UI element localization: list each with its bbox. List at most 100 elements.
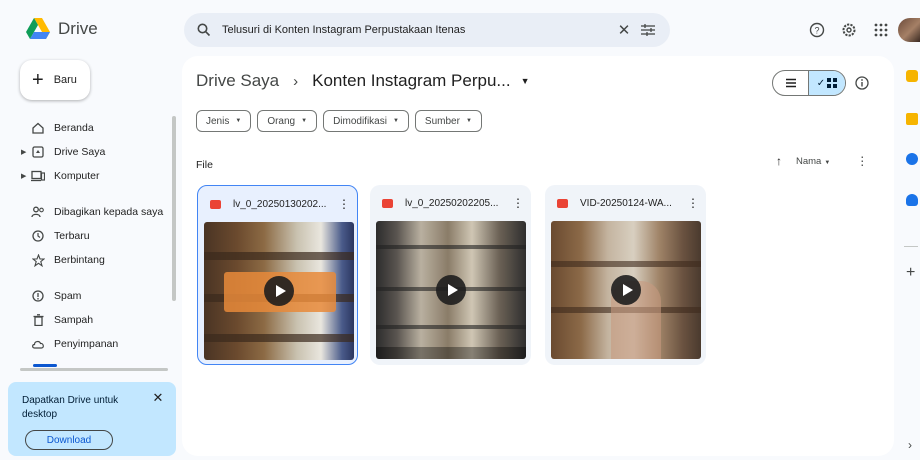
video-thumbnail[interactable] <box>204 222 354 360</box>
video-file-icon <box>210 199 221 209</box>
more-options-icon[interactable]: ⋮ <box>856 154 868 168</box>
download-button[interactable]: Download <box>25 430 113 450</box>
sidebar-item-label: Terbaru <box>54 230 90 242</box>
expand-caret-icon[interactable]: ▶ <box>21 148 26 156</box>
breadcrumb-root[interactable]: Drive Saya <box>196 71 279 91</box>
side-panel-rail: + › <box>900 58 920 458</box>
rail-divider <box>904 246 918 247</box>
shared-icon <box>31 205 45 219</box>
sidebar-item-sampah[interactable]: Sampah <box>20 308 172 332</box>
video-thumbnail[interactable] <box>376 221 526 359</box>
breadcrumb-current[interactable]: Konten Instagram Perpu... <box>312 71 510 91</box>
dropdown-icon: ▼ <box>824 159 831 166</box>
sidebar-item-beranda[interactable]: Beranda <box>20 116 172 140</box>
sidebar-item-label: Beranda <box>54 122 94 134</box>
sidebar-item-shared[interactable]: Dibagikan kepada saya <box>20 200 172 224</box>
dropdown-icon: ▼ <box>392 118 399 124</box>
filter-label: Sumber <box>424 115 460 127</box>
more-options-icon[interactable]: ⋮ <box>686 196 700 210</box>
dropdown-icon: ▼ <box>465 118 472 124</box>
sidebar-item-komputer[interactable]: ▶ Komputer <box>20 164 172 188</box>
sidebar-item-drive-saya[interactable]: ▶ Drive Saya <box>20 140 172 164</box>
new-button-label: Baru <box>53 74 77 86</box>
grid-icon <box>827 78 838 88</box>
computer-icon <box>31 169 45 183</box>
sidebar-item-label: Spam <box>54 290 82 302</box>
sidebar-item-spam[interactable]: Spam <box>20 284 172 308</box>
list-icon <box>785 78 796 88</box>
keep-icon[interactable] <box>906 113 918 125</box>
help-icon[interactable]: ? <box>806 19 828 41</box>
apps-grid-icon[interactable] <box>870 19 892 41</box>
storage-bar-fill <box>33 364 57 367</box>
calendar-icon[interactable] <box>906 70 918 82</box>
search-icon[interactable] <box>194 23 214 37</box>
file-card[interactable]: lv_0_20250202205... ⋮ <box>370 185 531 365</box>
new-button[interactable]: + Baru <box>20 60 90 100</box>
play-icon[interactable] <box>264 276 294 306</box>
clock-icon <box>31 229 45 243</box>
filter-label: Orang <box>267 115 296 127</box>
add-addon-icon[interactable]: + <box>906 264 915 282</box>
filter-orang[interactable]: Orang ▼ <box>257 110 318 132</box>
trash-icon <box>31 313 45 327</box>
search-input[interactable]: Telusuri di Konten Instagram Perpustakaa… <box>222 24 612 36</box>
spam-icon <box>31 289 45 303</box>
list-view-button[interactable] <box>773 71 809 95</box>
file-name: lv_0_20250130202... <box>233 198 327 210</box>
sidebar-item-label: Dibagikan kepada saya <box>54 206 164 218</box>
sidebar-item-penyimpanan[interactable]: Penyimpanan <box>20 332 172 356</box>
sort-field-label: Nama <box>796 155 822 167</box>
settings-icon[interactable] <box>838 19 860 41</box>
more-options-icon[interactable]: ⋮ <box>337 197 351 211</box>
sidebar-item-terbaru[interactable]: Terbaru <box>20 224 172 248</box>
chevron-right-icon[interactable]: › <box>908 438 912 452</box>
drive-logo-icon <box>26 18 50 39</box>
header-actions: ? <box>806 19 892 41</box>
clear-search-icon[interactable]: ✕ <box>612 18 636 42</box>
breadcrumb-separator: › <box>293 72 299 90</box>
sidebar-item-berbintang[interactable]: Berbintang <box>20 248 172 272</box>
sidebar-item-label: Drive Saya <box>54 146 106 158</box>
filter-jenis[interactable]: Jenis ▼ <box>196 110 252 132</box>
cloud-icon <box>31 337 45 351</box>
my-drive-icon <box>31 145 45 159</box>
breadcrumb: Drive Saya › Konten Instagram Perpu... ▼ <box>196 71 530 91</box>
filter-chips: Jenis ▼ Orang ▼ Dimodifikasi ▼ Sumber ▼ <box>196 110 482 132</box>
video-file-icon <box>382 198 393 208</box>
star-icon <box>31 253 45 267</box>
home-icon <box>31 121 45 135</box>
filter-dimodifikasi[interactable]: Dimodifikasi ▼ <box>323 110 409 132</box>
filter-label: Dimodifikasi <box>333 115 387 127</box>
main-panel: Drive Saya › Konten Instagram Perpu... ▼… <box>182 56 894 456</box>
info-icon[interactable] <box>854 75 870 91</box>
close-icon[interactable]: ✕ <box>150 390 166 406</box>
video-file-icon <box>557 198 568 208</box>
play-icon[interactable] <box>611 275 641 305</box>
drive-logo[interactable]: Drive <box>26 18 98 40</box>
expand-caret-icon[interactable]: ▶ <box>21 172 26 180</box>
sort-field-button[interactable]: Nama ▼ <box>796 156 830 167</box>
dropdown-icon: ▼ <box>301 118 308 124</box>
file-card[interactable]: VID-20250124-WA... ⋮ <box>545 185 706 365</box>
sidebar-scrollbar[interactable] <box>172 116 176 301</box>
tasks-icon[interactable] <box>906 153 918 165</box>
file-name: VID-20250124-WA... <box>580 197 672 209</box>
sidebar-item-label: Berbintang <box>54 254 105 266</box>
dropdown-icon: ▼ <box>235 118 242 124</box>
play-icon[interactable] <box>436 275 466 305</box>
sort-direction-icon[interactable]: ↑ <box>776 154 782 168</box>
desktop-promo: Dapatkan Drive untuk desktop ✕ Download <box>8 382 176 456</box>
filter-sumber[interactable]: Sumber ▼ <box>414 110 482 132</box>
file-card[interactable]: lv_0_20250130202... ⋮ <box>197 185 358 365</box>
more-options-icon[interactable]: ⋮ <box>511 196 525 210</box>
search-options-icon[interactable] <box>636 18 660 42</box>
sidebar-nav: Beranda ▶ Drive Saya ▶ Komputer Dibagika… <box>20 116 172 356</box>
video-thumbnail[interactable] <box>551 221 701 359</box>
search-bar[interactable]: Telusuri di Konten Instagram Perpustakaa… <box>184 13 670 47</box>
contacts-icon[interactable] <box>906 194 918 206</box>
chevron-down-icon[interactable]: ▼ <box>521 76 530 86</box>
check-icon: ✓ <box>816 77 826 89</box>
grid-view-button[interactable]: ✓ <box>809 71 845 95</box>
account-avatar[interactable] <box>898 18 920 42</box>
